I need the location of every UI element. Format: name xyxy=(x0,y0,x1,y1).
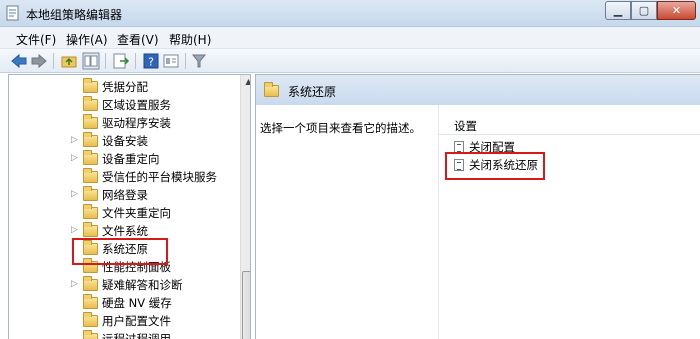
folder-icon xyxy=(83,186,98,201)
scroll-thumb[interactable] xyxy=(242,271,250,339)
maximize-icon: ▢ xyxy=(638,4,650,17)
minimize-icon: ▁ xyxy=(613,4,623,17)
window-title: 本地组策略编辑器 xyxy=(26,8,123,22)
tree-item[interactable]: 区域设置服务 xyxy=(9,96,234,114)
tree-item-label: 受信任的平台模块服务 xyxy=(102,170,217,184)
scroll-up-icon[interactable]: ▲ xyxy=(241,77,250,91)
folder-icon xyxy=(83,294,98,309)
content-pane: 系统还原 选择一个项目来查看它的描述。 设置 关闭配置 关闭系统还原 xyxy=(255,74,700,339)
column-header-label: 设置 xyxy=(454,119,477,133)
tree-scrollbar[interactable]: ▲ xyxy=(240,75,250,339)
content-header: 系统还原 xyxy=(256,75,700,105)
maximize-button[interactable]: ▢ xyxy=(631,1,657,20)
folder-icon xyxy=(83,114,98,129)
tree-item-label: 用户配置文件 xyxy=(102,314,171,328)
tree-item-label: 远程过程调用 xyxy=(102,332,171,339)
tree-item[interactable]: ▷ 设备安装 xyxy=(9,132,234,150)
folder-icon xyxy=(83,78,98,93)
content-title: 系统还原 xyxy=(288,85,337,99)
export-list-icon[interactable] xyxy=(112,52,130,70)
menu-file[interactable]: 文件(F) xyxy=(16,31,56,48)
menu-action[interactable]: 操作(A) xyxy=(66,31,108,48)
tree-item[interactable]: ▷ 网络登录 xyxy=(9,186,234,204)
svg-text:?: ? xyxy=(148,56,154,69)
expand-arrow-icon[interactable]: ▷ xyxy=(71,225,78,235)
menu-view[interactable]: 查看(V) xyxy=(117,31,159,48)
tree-item[interactable]: ▷ 设备重定向 xyxy=(9,150,234,168)
settings-list: 设置 关闭配置 关闭系统还原 xyxy=(438,105,700,339)
tree-item-label: 文件夹重定向 xyxy=(102,206,171,220)
folder-icon xyxy=(83,96,98,111)
tree-item-label: 文件系统 xyxy=(102,224,148,238)
tree-item-label: 设备安装 xyxy=(102,134,148,148)
up-folder-icon[interactable] xyxy=(60,52,78,70)
tree-item[interactable]: 受信任的平台模块服务 xyxy=(9,168,234,186)
tree-item[interactable]: 驱动程序安装 xyxy=(9,114,234,132)
toolbar-separator xyxy=(185,53,186,69)
tree-item[interactable]: ▷ 疑难解答和诊断 xyxy=(9,276,234,294)
folder-icon xyxy=(83,312,98,327)
toolbar-separator xyxy=(53,53,54,69)
forward-arrow-icon[interactable] xyxy=(30,52,48,70)
folder-icon xyxy=(83,276,98,291)
tree-item-label: 网络登录 xyxy=(102,188,148,202)
toolbar: ? xyxy=(0,49,700,73)
policy-editor-icon xyxy=(6,5,19,21)
tree-item-label: 区域设置服务 xyxy=(102,98,171,112)
tree-item-label: 设备重定向 xyxy=(102,152,160,166)
close-icon: ✕ xyxy=(671,4,682,17)
tree-pane: 凭据分配 区域设置服务 驱动程序安装 ▷ 设备安装 ▷ 设备重定向 受信任的平台… xyxy=(8,74,251,339)
description-text: 选择一个项目来查看它的描述。 xyxy=(260,121,421,135)
tree-item-label: 疑难解答和诊断 xyxy=(102,278,183,292)
folder-icon xyxy=(83,168,98,183)
expand-arrow-icon[interactable]: ▷ xyxy=(71,153,78,163)
menu-bar: 文件(F) 操作(A) 查看(V) 帮助(H) xyxy=(0,27,700,49)
minimize-button[interactable]: ▁ xyxy=(605,1,631,20)
folder-icon xyxy=(83,330,98,339)
title-bar: 本地组策略编辑器 ▁ ▢ ✕ xyxy=(0,0,700,27)
highlight-box xyxy=(72,238,168,265)
folder-icon xyxy=(83,222,98,237)
tree-item[interactable]: 远程过程调用 xyxy=(9,330,234,339)
folder-icon xyxy=(83,132,98,147)
folder-icon xyxy=(264,82,279,97)
folder-icon xyxy=(83,150,98,165)
back-arrow-icon[interactable] xyxy=(10,52,28,70)
tree-item[interactable]: 用户配置文件 xyxy=(9,312,234,330)
toolbar-separator xyxy=(135,53,136,69)
expand-arrow-icon[interactable]: ▷ xyxy=(71,135,78,145)
toolbar-separator xyxy=(105,53,106,69)
tree-item[interactable]: 文件夹重定向 xyxy=(9,204,234,222)
tree-item-label: 驱动程序安装 xyxy=(102,116,171,130)
expand-arrow-icon[interactable]: ▷ xyxy=(71,279,78,289)
close-button[interactable]: ✕ xyxy=(657,1,696,20)
tree-item[interactable]: 凭据分配 xyxy=(9,78,234,96)
tree-item-label: 硬盘 NV 缓存 xyxy=(102,296,172,310)
expand-arrow-icon[interactable]: ▷ xyxy=(71,189,78,199)
filter-icon[interactable] xyxy=(190,52,208,70)
menu-help[interactable]: 帮助(H) xyxy=(169,31,211,48)
help-icon[interactable]: ? xyxy=(142,52,160,70)
folder-icon xyxy=(83,204,98,219)
highlight-box xyxy=(445,152,545,180)
column-header-settings[interactable]: 设置 xyxy=(439,115,700,135)
tree-item[interactable]: 硬盘 NV 缓存 xyxy=(9,294,234,312)
show-hide-tree-icon[interactable] xyxy=(82,52,100,70)
tree-item-label: 凭据分配 xyxy=(102,80,148,94)
properties-view-icon[interactable] xyxy=(162,52,180,70)
